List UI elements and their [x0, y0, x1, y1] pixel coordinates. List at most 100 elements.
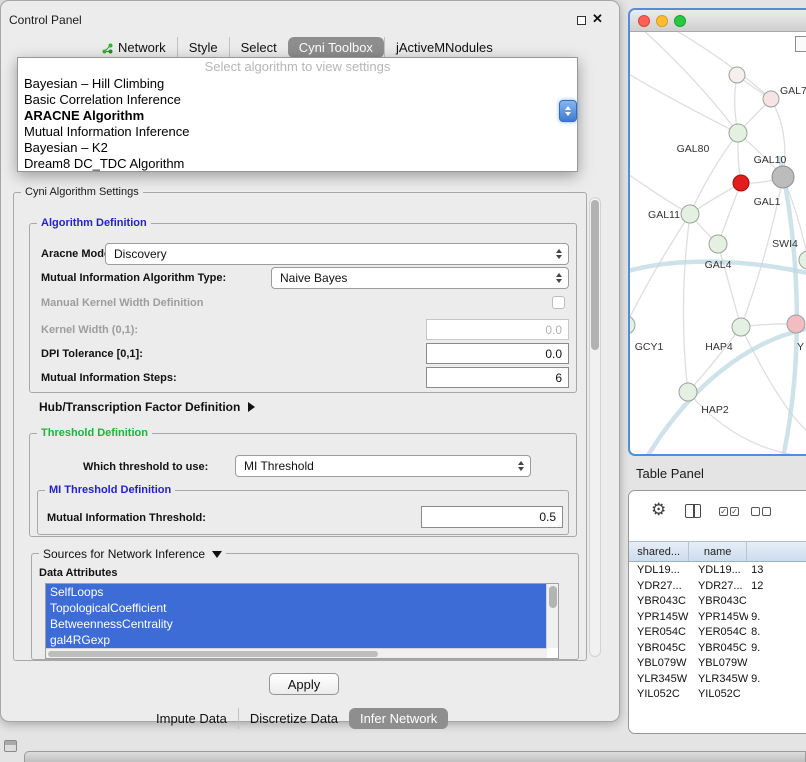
table-panel-window: ⚙ ✓✓ shared...name YDL19...YDL19...13YDR… [628, 490, 806, 734]
table-row[interactable]: YBL079WYBL079W [629, 656, 806, 672]
algorithm-option-basic-correlation-inference[interactable]: Basic Correlation Inference [18, 92, 577, 108]
select-all-columns-icon[interactable]: ✓✓ [719, 507, 739, 516]
data-attributes-label: Data Attributes [39, 567, 117, 579]
scrollbar-thumb[interactable] [48, 651, 378, 657]
network-node-swi4[interactable] [799, 251, 806, 269]
table-cell: YDR27... [690, 579, 748, 595]
network-canvas[interactable]: GAL7GAL80GAL10GAL1GAL11SWI4GAL4HAP4YGCY1… [630, 32, 806, 456]
scrollbar-thumb[interactable] [549, 586, 557, 608]
table-row[interactable]: YER054CYER054C8. [629, 625, 806, 641]
table-body: YDL19...YDL19...13YDR27...YDR27...12YBR0… [629, 563, 806, 703]
network-edge [683, 214, 690, 392]
table-cell [748, 687, 806, 703]
bottom-tab-discretize-data[interactable]: Discretize Data [238, 708, 349, 729]
column-header-name[interactable]: name [689, 542, 747, 561]
network-node-gal80[interactable] [729, 124, 747, 142]
aracne-mode-label: Aracne Mode: [41, 248, 114, 260]
table-row[interactable]: YDL19...YDL19...13 [629, 563, 806, 579]
algorithm-option-dream8-dc-tdc-algorithm[interactable]: Dream8 DC_TDC Algorithm [18, 156, 577, 172]
tab-select[interactable]: Select [229, 37, 288, 58]
sources-section-toggle[interactable]: Sources for Network Inference [39, 547, 226, 561]
table-header-row: shared...name [629, 541, 806, 562]
float-window-icon[interactable] [577, 16, 586, 25]
node-label-gal7: GAL7 [780, 85, 806, 97]
node-label-gcy1: GCY1 [635, 341, 664, 353]
column-header-shared[interactable]: shared... [629, 542, 689, 561]
table-row[interactable]: YLR345WYLR345W9. [629, 672, 806, 688]
mi-steps-field[interactable]: 6 [426, 367, 569, 388]
table-row[interactable]: YPR145WYPR145W9. [629, 610, 806, 626]
table-cell: 13 [748, 563, 806, 579]
chevron-updown-icon [556, 249, 562, 259]
network-node-gal1[interactable] [733, 175, 749, 191]
close-icon[interactable]: ✕ [592, 11, 603, 27]
minimized-panel-icon[interactable] [4, 740, 17, 752]
table-row[interactable]: YDR27...YDR27...12 [629, 579, 806, 595]
node-label-gal11: GAL11 [648, 209, 680, 221]
dpi-tolerance-label: DPI Tolerance [0,1]: [41, 348, 143, 360]
bottom-tab-infer-network[interactable]: Infer Network [349, 708, 448, 729]
list-vscrollbar[interactable] [546, 584, 558, 648]
network-node-gal4[interactable] [709, 235, 727, 253]
scrollbar-thumb[interactable] [591, 200, 599, 350]
bottom-tab-impute-data[interactable]: Impute Data [145, 708, 238, 729]
list-hscrollbar[interactable] [46, 648, 547, 658]
close-traffic-light[interactable] [638, 15, 650, 27]
minimize-traffic-light[interactable] [656, 15, 668, 27]
mi-steps-label: Mutual Information Steps: [41, 372, 177, 384]
network-edge [630, 172, 690, 214]
columns-icon[interactable] [685, 504, 701, 518]
network-edge [718, 183, 741, 244]
network-node-gcy1[interactable] [630, 316, 635, 334]
hub-section-toggle[interactable]: Hub/Transcription Factor Definition [39, 400, 255, 414]
kernel-width-field[interactable]: 0.0 [426, 319, 569, 340]
attribute-item-topologicalcoefficient[interactable]: TopologicalCoefficient [46, 600, 547, 616]
which-threshold-combo[interactable]: MI Threshold [235, 455, 531, 477]
tab-network[interactable]: Network [91, 37, 177, 58]
settings-scrollbar[interactable] [589, 197, 601, 657]
network-node-hap4[interactable] [732, 318, 750, 336]
attribute-item-betweennesscentrality[interactable]: BetweennessCentrality [46, 616, 547, 632]
unselect-all-columns-icon[interactable] [751, 507, 771, 516]
aracne-mode-combo[interactable]: Discovery [105, 243, 569, 265]
tab-cyni-toolbox[interactable]: Cyni Toolbox [288, 37, 384, 58]
table-cell: YBR045C [629, 641, 690, 657]
network-node-gal11[interactable] [681, 205, 699, 223]
algorithm-placeholder: Select algorithm to view settings [18, 58, 577, 76]
algorithm-option-bayesian-hill-climbing[interactable]: Bayesian – Hill Climbing [18, 76, 577, 92]
network-node[interactable] [763, 91, 779, 107]
algorithm-combo-stepper[interactable] [559, 100, 577, 122]
algorithm-option-aracne-algorithm[interactable]: ARACNE Algorithm [18, 108, 577, 124]
which-threshold-value: MI Threshold [244, 459, 314, 473]
network-node-hap2[interactable] [679, 383, 697, 401]
network-node-y[interactable] [787, 315, 805, 333]
network-node-gal10[interactable] [772, 166, 794, 188]
network-node[interactable] [729, 67, 745, 83]
mi-type-combo[interactable]: Naive Bayes [271, 267, 569, 289]
mi-threshold-field[interactable]: 0.5 [421, 506, 563, 528]
apply-button[interactable]: Apply [269, 673, 339, 695]
table-cell: YIL052C [690, 687, 748, 703]
network-titlebar[interactable] [630, 10, 806, 32]
column-header-col2[interactable] [747, 542, 806, 561]
hub-section-label: Hub/Transcription Factor Definition [39, 400, 240, 414]
tab-style[interactable]: Style [177, 37, 229, 58]
gear-icon[interactable]: ⚙ [651, 500, 666, 520]
algorithm-option-mutual-information-inference[interactable]: Mutual Information Inference [18, 124, 577, 140]
manual-kernel-checkbox[interactable] [552, 296, 565, 309]
table-row[interactable]: YBR043CYBR043C [629, 594, 806, 610]
table-row[interactable]: YBR045CYBR045C9. [629, 641, 806, 657]
table-cell [748, 594, 806, 610]
chevron-down-icon [565, 112, 571, 116]
tab-jactivemnodules[interactable]: jActiveMNodules [384, 37, 504, 58]
table-cell: YLR345W [629, 672, 690, 688]
algorithm-option-bayesian-k2[interactable]: Bayesian – K2 [18, 140, 577, 156]
table-cell: YBR045C [690, 641, 748, 657]
zoom-traffic-light[interactable] [674, 15, 686, 27]
node-label-y: Y [797, 341, 804, 353]
table-row[interactable]: YIL052CYIL052C [629, 687, 806, 703]
dpi-tolerance-field[interactable]: 0.0 [426, 343, 569, 364]
bottom-tabs: Impute DataDiscretize DataInfer Network [145, 707, 448, 730]
attribute-item-selfloops[interactable]: SelfLoops [46, 584, 547, 600]
attribute-item-gal4rgexp[interactable]: gal4RGexp [46, 632, 547, 648]
